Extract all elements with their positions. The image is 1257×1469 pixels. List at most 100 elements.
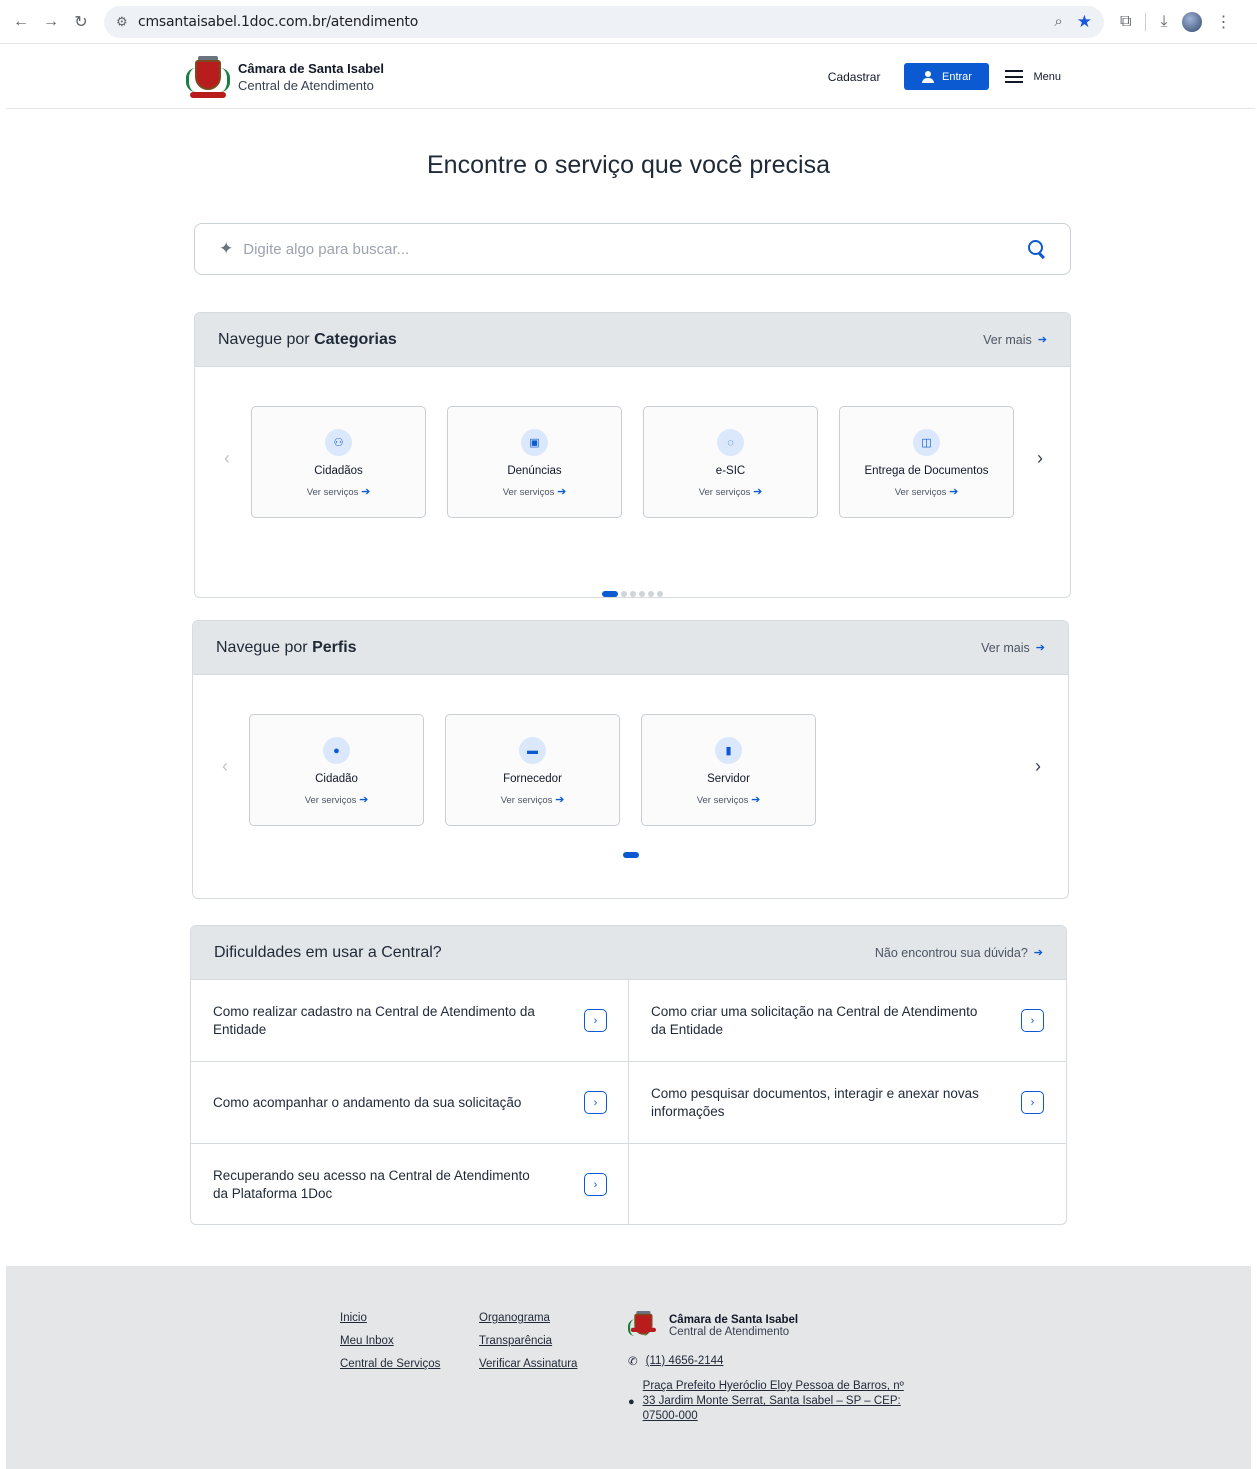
zoom-icon[interactable]: ⌕ [1054, 13, 1062, 30]
profiles-more-link[interactable]: Ver mais ➔ [981, 641, 1045, 655]
faq-empty-cell [628, 1144, 1066, 1224]
document-columns-icon: ◫ [913, 429, 940, 456]
category-name: e-SIC [715, 465, 746, 477]
footer-link-inicio[interactable]: Inicio [340, 1312, 440, 1324]
profiles-title: Navegue por Perfis [216, 639, 357, 657]
download-icon[interactable]: ⤓ [1160, 13, 1167, 31]
reload-icon[interactable]: ↻ [66, 7, 96, 37]
phone-icon: ✆ [628, 1356, 638, 1368]
ver-servicos-link[interactable]: Ver serviços ➔ [448, 485, 621, 498]
faq-question: Como pesquisar documentos, interagir e a… [651, 1085, 979, 1119]
chevron-right-icon[interactable]: › [584, 1173, 607, 1196]
ver-servicos-link[interactable]: Ver serviços ➔ [840, 485, 1013, 498]
url-text[interactable]: cmsantaisabel.1doc.com.br/atendimento [138, 14, 1054, 30]
profile-card-cidadao[interactable]: ● Cidadão Ver serviços ➔ [249, 714, 424, 826]
footer-link-transparencia[interactable]: Transparência [479, 1335, 577, 1347]
user-solid-icon: ● [323, 737, 350, 764]
user-icon [921, 70, 934, 83]
address-bar[interactable]: ⚙ cmsantaisabel.1doc.com.br/atendimento … [104, 5, 1104, 38]
footer-brand: Câmara de Santa Isabel Central de Atendi… [628, 1311, 798, 1341]
ver-servicos-link[interactable]: Ver serviços ➔ [250, 793, 423, 806]
category-card-entrega-documentos[interactable]: ◫ Entrega de Documentos Ver serviços ➔ [839, 406, 1014, 518]
coat-of-arms-logo [186, 56, 230, 98]
entrar-label: Entrar [941, 70, 972, 83]
category-card-cidadaos[interactable]: ⚇ Cidadãos Ver serviços ➔ [251, 406, 426, 518]
coat-of-arms-logo [628, 1311, 656, 1337]
page-dot[interactable] [657, 591, 663, 597]
back-icon[interactable]: ← [6, 7, 36, 37]
menu-button[interactable]: Menu [1005, 70, 1061, 83]
cadastrar-link[interactable]: Cadastrar [828, 70, 881, 84]
footer-link-meu-inbox[interactable]: Meu Inbox [340, 1335, 440, 1347]
arrow-right-icon: ➔ [1037, 334, 1047, 346]
footer-link-organograma[interactable]: Organograma [479, 1312, 577, 1324]
search-icon[interactable] [1028, 240, 1046, 258]
footer-address: ● Praça Prefeito Hyeróclio Eloy Pessoa d… [628, 1379, 905, 1424]
extensions-icon[interactable]: ⧉ [1120, 13, 1131, 31]
page-title: Encontre o serviço que você precisa [427, 151, 830, 179]
ver-servicos-link[interactable]: Ver serviços ➔ [446, 793, 619, 806]
page-dot[interactable] [621, 591, 627, 597]
faq-item[interactable]: Como pesquisar documentos, interagir e a… [628, 1062, 1066, 1144]
footer-org-subtitle: Central de Atendimento [669, 1326, 790, 1338]
faq-item[interactable]: Como realizar cadastro na Central de Ate… [191, 980, 629, 1062]
profiles-title-bold: Perfis [312, 638, 357, 656]
faq-more-link[interactable]: Não encontrou sua dúvida? ➔ [875, 946, 1043, 960]
page-dot[interactable] [630, 591, 636, 597]
footer-link-central-servicos[interactable]: Central de Serviços [340, 1358, 440, 1370]
site-header: Câmara de Santa Isabel Central de Atendi… [6, 45, 1255, 109]
category-card-denuncias[interactable]: ▣ Denúncias Ver serviços ➔ [447, 406, 622, 518]
profiles-header: Navegue por Perfis Ver mais ➔ [193, 621, 1068, 675]
chevron-left-icon[interactable]: ‹ [220, 448, 234, 468]
page-dot[interactable] [639, 591, 645, 597]
chevron-right-icon[interactable]: › [1021, 1009, 1044, 1032]
header-actions: Cadastrar Entrar Menu [828, 63, 1061, 90]
chevron-right-icon[interactable]: › [584, 1009, 607, 1032]
categories-more-link[interactable]: Ver mais ➔ [983, 333, 1047, 347]
faq-item[interactable]: Recuperando seu acesso na Central de Ate… [191, 1144, 629, 1224]
map-pin-icon: ● [628, 1395, 635, 1408]
category-card-esic[interactable]: ◌ e-SIC Ver serviços ➔ [643, 406, 818, 518]
arrow-right-icon: ➔ [1033, 947, 1043, 959]
ver-servicos-link[interactable]: Ver serviços ➔ [252, 485, 425, 498]
profile-card-fornecedor[interactable]: ▬ Fornecedor Ver serviços ➔ [445, 714, 620, 826]
profiles-title-prefix: Navegue por [216, 638, 308, 656]
search-input[interactable] [243, 240, 1028, 258]
carousel-pagination [193, 852, 1068, 858]
page-dot[interactable] [648, 591, 654, 597]
footer-link-verificar-assinatura[interactable]: Verificar Assinatura [479, 1358, 577, 1370]
footer-org-name: Câmara de Santa Isabel [669, 1314, 799, 1326]
chevron-right-icon[interactable]: › [1033, 448, 1047, 468]
profiles-panel: Navegue por Perfis Ver mais ➔ ‹ ● Cidadã… [192, 620, 1069, 899]
address-link[interactable]: Praça Prefeito Hyeróclio Eloy Pessoa de … [643, 1380, 904, 1422]
ver-servicos-link[interactable]: Ver serviços ➔ [644, 485, 817, 498]
search-box[interactable]: ✦ [194, 223, 1071, 275]
toolbar-divider [1145, 12, 1147, 31]
faq-item[interactable]: Como criar uma solicitação na Central de… [628, 980, 1066, 1062]
entrar-button[interactable]: Entrar [904, 63, 990, 90]
org-name: Câmara de Santa Isabel [238, 61, 384, 76]
kebab-menu-icon[interactable]: ⋮ [1216, 12, 1232, 32]
site-settings-icon[interactable]: ⚙ [116, 14, 138, 30]
chevron-right-icon[interactable]: › [584, 1091, 607, 1114]
chevron-right-icon[interactable]: › [1031, 756, 1045, 776]
profile-card-servidor[interactable]: ▮ Servidor Ver serviços ➔ [641, 714, 816, 826]
brand[interactable]: Câmara de Santa Isabel Central de Atendi… [186, 56, 384, 98]
categories-title: Navegue por Categorias [218, 331, 397, 349]
org-subtitle: Central de Atendimento [238, 78, 374, 93]
browser-actions: ⧉ ⤓ ⋮ [1120, 11, 1232, 32]
ver-servicos-link[interactable]: Ver serviços ➔ [642, 793, 815, 806]
footer-links-col-1: Inicio Meu Inbox Central de Serviços [340, 1312, 440, 1381]
chevron-right-icon[interactable]: › [1021, 1091, 1044, 1114]
page-dot-active[interactable] [602, 591, 618, 597]
page-dot-active[interactable] [622, 852, 639, 858]
phone-link[interactable]: (11) 4656-2144 [646, 1355, 724, 1367]
chevron-left-icon[interactable]: ‹ [218, 756, 232, 776]
bookmark-star-icon[interactable]: ★ [1077, 12, 1092, 32]
profile-name: Servidor [707, 773, 750, 785]
profile-avatar[interactable] [1181, 11, 1202, 32]
category-name: Entrega de Documentos [864, 465, 989, 477]
forward-icon[interactable]: → [36, 7, 66, 37]
footer: Inicio Meu Inbox Central de Serviços Org… [6, 1266, 1251, 1469]
faq-item[interactable]: Como acompanhar o andamento da sua solic… [191, 1062, 629, 1144]
